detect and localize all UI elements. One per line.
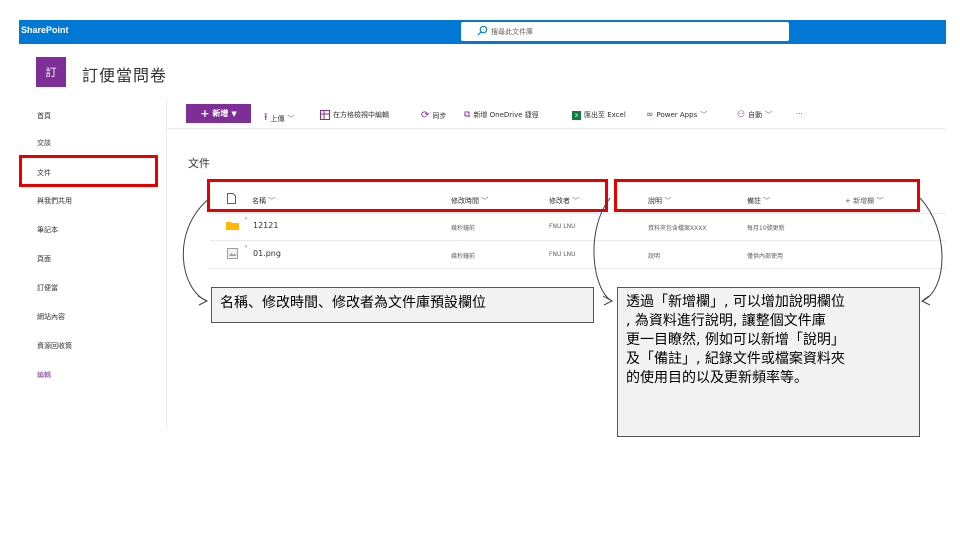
shortcut-icon: ⧉ <box>464 110 471 120</box>
automate-button[interactable]: ⚇ 自動 ﹀ <box>737 110 772 120</box>
upload-button[interactable]: ⭱ 上傳 ﹀ <box>264 110 295 127</box>
sync-icon: ⟳ <box>421 110 430 121</box>
folder-icon <box>226 222 239 230</box>
left-navigation: 首頁 交談 文件 與我們共用 筆記本 頁面 訂便當 網站內容 資源回收筒 編輯 <box>19 99 167 429</box>
new-button-label: 新增 <box>212 109 229 118</box>
search-box[interactable]: 搜尋此文件庫 <box>461 22 789 41</box>
row-divider <box>210 268 946 269</box>
plus-icon: + <box>200 106 210 120</box>
command-bar: + 新增 ▼ ⭱ 上傳 ﹀ 在方格檢視中編輯 ⟳ 同步 ⧉ 新增 OneDriv… <box>167 99 946 129</box>
callout-line: 的使用目的以及更新頻率等。 <box>626 370 808 386</box>
cell-modified: 幾秒鐘前 <box>451 253 476 260</box>
site-header: 訂 訂便當問卷 <box>19 44 946 99</box>
site-logo[interactable]: 訂 <box>36 57 66 87</box>
new-button[interactable]: + 新增 ▼ <box>186 104 251 123</box>
nav-item-shared-with-us[interactable]: 與我們共用 <box>37 196 72 206</box>
sync-label: 同步 <box>432 111 447 120</box>
cell-description: 資料夾包含檔案XXXX <box>648 225 707 232</box>
automate-icon: ⚇ <box>737 110 746 120</box>
chevron-down-icon: ﹀ <box>765 111 773 119</box>
cell-description: 說明 <box>648 253 661 260</box>
upload-icon: ⭱ <box>264 112 268 123</box>
automate-label: 自動 <box>748 111 763 119</box>
cell-notes: 僅供內部使用 <box>747 253 784 260</box>
more-label: ··· <box>796 110 803 118</box>
library-title: 文件 <box>188 157 210 170</box>
new-item-mark-icon: ⸗ <box>245 243 247 250</box>
nav-item-pages[interactable]: 頁面 <box>37 254 51 264</box>
grid-icon <box>320 110 330 120</box>
suite-bar: SharePoint 搜尋此文件庫 <box>19 20 946 44</box>
upload-label: 上傳 <box>270 114 285 123</box>
grid-edit-button[interactable]: 在方格檢視中編輯 <box>320 110 389 120</box>
power-apps-icon: ∞ <box>646 110 654 120</box>
nav-item-conversations[interactable]: 交談 <box>37 138 51 148</box>
header-divider <box>210 213 946 214</box>
image-file-icon <box>227 248 238 259</box>
nav-item-notebook[interactable]: 筆記本 <box>37 225 58 235</box>
add-shortcut-label: 新增 OneDrive 捷徑 <box>473 111 539 119</box>
cell-modified-by[interactable]: FNU LNU <box>549 251 575 258</box>
highlight-box-default-columns <box>207 179 608 212</box>
file-name[interactable]: 12121 <box>253 221 278 230</box>
nav-item-lunch-order[interactable]: 訂便當 <box>37 283 58 293</box>
export-excel-label: 匯出至 Excel <box>584 111 626 119</box>
cell-notes: 每月10號更新 <box>747 225 785 232</box>
callout-default-columns: 名稱、修改時間、修改者為文件庫預設欄位 <box>211 287 594 323</box>
callout-line: 透過「新增欄」, 可以增加說明欄位 <box>626 294 845 310</box>
highlight-box-added-columns <box>614 179 920 212</box>
power-apps-button[interactable]: ∞ Power Apps ﹀ <box>646 110 707 120</box>
callout-default-columns-text: 名稱、修改時間、修改者為文件庫預設欄位 <box>220 295 486 311</box>
site-title[interactable]: 訂便當問卷 <box>82 62 167 86</box>
row-divider <box>210 240 946 241</box>
highlight-box-documents-nav <box>19 155 158 187</box>
callout-add-column: 透過「新增欄」, 可以增加說明欄位 , 為資料進行說明, 讓整個文件庫 更一目瞭… <box>617 287 920 437</box>
chevron-down-icon: ﹀ <box>700 111 708 119</box>
search-icon <box>477 25 488 36</box>
nav-item-home[interactable]: 首頁 <box>37 111 51 121</box>
chevron-down-icon: ▼ <box>231 109 237 118</box>
nav-edit-link[interactable]: 編輯 <box>37 370 51 380</box>
file-name[interactable]: 01.png <box>253 249 281 258</box>
grid-edit-label: 在方格檢視中編輯 <box>333 111 389 119</box>
callout-line: , 為資料進行說明, 讓整個文件庫 <box>626 313 826 329</box>
export-excel-button[interactable]: x 匯出至 Excel <box>572 110 626 120</box>
cell-modified: 幾秒鐘前 <box>451 225 476 232</box>
nav-item-recycle-bin[interactable]: 資源回收筒 <box>37 341 72 351</box>
callout-line: 更一目瞭然, 例如可以新增「說明」 <box>626 332 845 348</box>
callout-line: 及「備註」, 紀錄文件或檔案資料夾 <box>626 351 845 367</box>
search-placeholder: 搜尋此文件庫 <box>491 27 533 36</box>
chevron-down-icon: ﹀ <box>287 114 295 123</box>
screenshot-stage: SharePoint 搜尋此文件庫 訂 訂便當問卷 首頁 交談 文件 與我們共用… <box>0 0 960 540</box>
new-item-mark-icon: ⸗ <box>245 215 247 222</box>
cell-modified-by[interactable]: FNU LNU <box>549 223 575 230</box>
sync-button[interactable]: ⟳ 同步 <box>421 110 446 121</box>
power-apps-label: Power Apps <box>656 111 698 119</box>
app-name[interactable]: SharePoint <box>21 25 69 35</box>
add-shortcut-button[interactable]: ⧉ 新增 OneDrive 捷徑 <box>464 110 539 120</box>
more-button[interactable]: ··· <box>796 110 803 118</box>
nav-item-site-contents[interactable]: 網站內容 <box>37 312 65 322</box>
excel-icon: x <box>572 110 581 120</box>
